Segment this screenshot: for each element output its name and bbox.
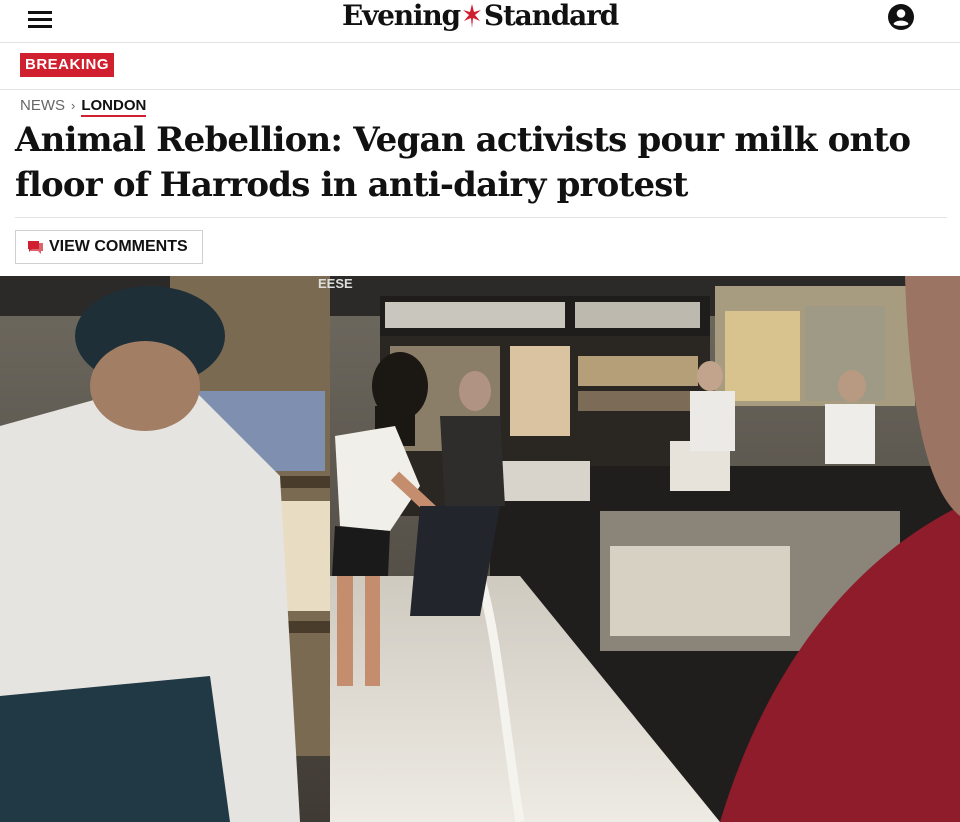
breaking-news-bar: BREAKING xyxy=(0,43,960,90)
view-comments-button[interactable]: VIEW COMMENTS xyxy=(15,230,203,264)
article-hero-image[interactable]: EESE xyxy=(0,276,960,822)
breaking-badge[interactable]: BREAKING xyxy=(20,53,115,77)
article-headline: Animal Rebellion: Vegan activists pour m… xyxy=(15,120,911,205)
breadcrumb-london-link[interactable]: LONDON xyxy=(81,97,147,117)
breadcrumb: NEWS › LONDON xyxy=(20,97,147,117)
logo-text-right: Standard xyxy=(483,0,619,32)
account-icon[interactable] xyxy=(887,3,915,31)
logo-emblem-icon xyxy=(462,4,481,28)
site-header: Evening Standard xyxy=(0,0,960,43)
comment-bubble-icon xyxy=(28,241,43,254)
headline-divider xyxy=(15,217,947,218)
site-logo[interactable]: Evening Standard xyxy=(0,0,960,32)
protest-photo-illustration: EESE xyxy=(0,276,960,822)
breadcrumb-news-link[interactable]: NEWS xyxy=(20,97,65,114)
breadcrumb-separator: › xyxy=(71,98,76,113)
logo-text-left: Evening xyxy=(341,0,461,32)
shop-sign-text: EESE xyxy=(318,276,353,291)
view-comments-label: VIEW COMMENTS xyxy=(49,238,188,255)
